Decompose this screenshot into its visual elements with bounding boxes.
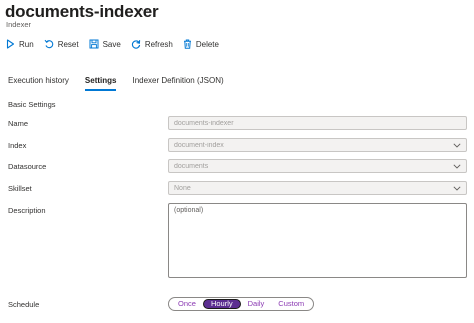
reset-label: Reset [57, 39, 79, 49]
refresh-icon [131, 40, 140, 49]
save-label: Save [102, 39, 121, 49]
save-icon [89, 39, 99, 49]
tab-execution-history[interactable]: Execution history [8, 76, 69, 92]
reset-icon [44, 39, 53, 49]
datasource-value: documents [174, 162, 209, 170]
delete-label: Delete [195, 39, 219, 49]
reset-button[interactable]: Reset [44, 39, 79, 49]
schedule-option-custom[interactable]: Custom [271, 299, 311, 309]
skillset-dropdown[interactable]: None [168, 181, 467, 195]
run-button[interactable]: Run [6, 39, 34, 49]
name-value: documents-indexer [174, 119, 234, 127]
command-bar: Run Reset Save Refresh Delete [6, 37, 229, 51]
schedule-option-once[interactable]: Once [171, 299, 203, 309]
index-label: Index [8, 141, 27, 150]
delete-button[interactable]: Delete [183, 39, 219, 49]
skillset-value: None [174, 184, 191, 192]
description-label: Description [8, 206, 46, 215]
schedule-option-daily[interactable]: Daily [241, 299, 272, 309]
tab-indexer-definition-json[interactable]: Indexer Definition (JSON) [132, 76, 223, 92]
refresh-label: Refresh [144, 39, 173, 49]
schedule-selector: Once Hourly Daily Custom [168, 297, 315, 311]
chevron-down-icon [453, 162, 461, 170]
save-button[interactable]: Save [89, 39, 121, 49]
skillset-label: Skillset [8, 184, 32, 193]
chevron-down-icon [453, 184, 461, 192]
more-options-icon[interactable]: ··· [136, 4, 150, 16]
name-label: Name [8, 119, 29, 128]
index-dropdown[interactable]: document-index [168, 138, 467, 152]
description-placeholder: (optional) [174, 207, 204, 214]
tab-settings[interactable]: Settings [84, 76, 116, 92]
name-field[interactable]: documents-indexer [168, 116, 467, 130]
tab-bar: Execution history Settings Indexer Defin… [8, 76, 240, 92]
datasource-label: Datasource [8, 162, 47, 171]
schedule-option-hourly[interactable]: Hourly [202, 299, 241, 309]
datasource-dropdown[interactable]: documents [168, 159, 467, 173]
run-label: Run [19, 39, 34, 49]
section-title-basic-settings: Basic Settings [8, 100, 56, 109]
page-subtitle: Indexer [6, 20, 32, 29]
schedule-label: Schedule [8, 300, 40, 309]
play-icon [6, 39, 15, 49]
index-value: document-index [174, 141, 224, 149]
chevron-down-icon [453, 141, 461, 149]
refresh-button[interactable]: Refresh [131, 39, 173, 49]
trash-icon [183, 39, 191, 49]
description-textarea[interactable]: (optional) [168, 203, 467, 278]
